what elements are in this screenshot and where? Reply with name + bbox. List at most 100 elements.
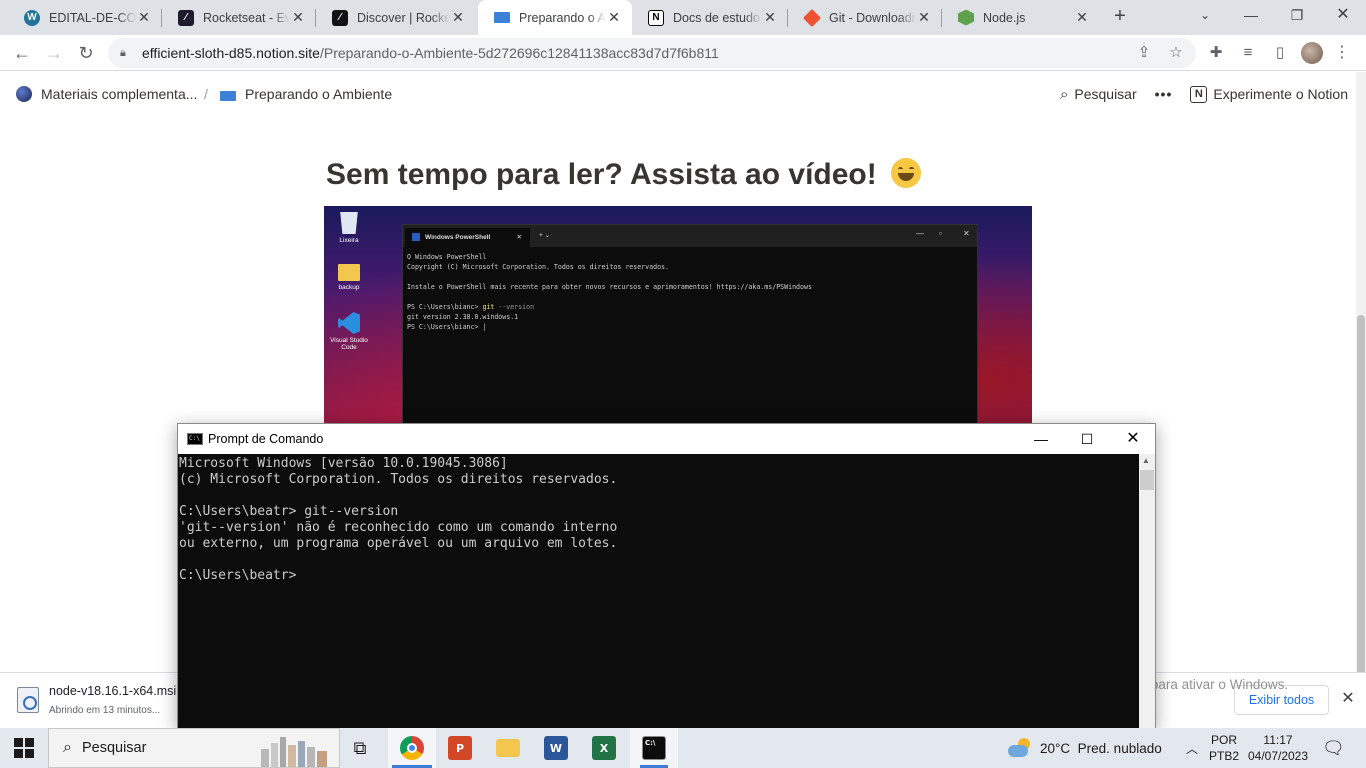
chevron-up-icon[interactable]: ︿ xyxy=(1186,728,1198,768)
command-prompt-window[interactable]: C:\ Prompt de Comando — ☐ ✕ Microsoft Wi… xyxy=(177,423,1156,728)
windows-start-icon[interactable] xyxy=(14,738,34,758)
cmd-taskbar-icon[interactable]: C:\ xyxy=(630,728,678,768)
notion-icon: N xyxy=(648,9,664,26)
close-icon[interactable]: ✕ xyxy=(762,9,778,26)
discover-icon: ⁄ xyxy=(332,9,348,26)
minimize-button[interactable]: — xyxy=(1228,0,1274,30)
side-panel-icon[interactable]: ▯ xyxy=(1269,42,1291,64)
close-window-button[interactable]: ✕ xyxy=(1320,0,1366,30)
chrome-menu-icon[interactable]: ⋮ xyxy=(1331,42,1353,64)
breadcrumb-current-label: Preparando o Ambiente xyxy=(245,86,393,102)
tab-nodejs[interactable]: Node.js ✕ xyxy=(942,0,1100,35)
url-host: efficient-sloth-d85.notion.site xyxy=(142,45,320,61)
plus-icon: + ⌄ xyxy=(539,232,551,239)
clock-date: 04/07/2023 xyxy=(1247,749,1309,763)
cmd-minimize-button[interactable]: — xyxy=(1018,424,1064,454)
browser-tab-strip: W EDITAL-DE-CONVOCAÇÃO ✕ ⁄ Rocketseat - … xyxy=(0,0,1366,35)
excel-taskbar-icon[interactable]: X xyxy=(580,728,628,768)
tab-docs-de-estudo[interactable]: N Docs de estudo - Notion ✕ xyxy=(632,0,788,35)
tab-rocketseat[interactable]: ⁄ Rocketseat - Evolua ✕ xyxy=(162,0,316,35)
restore-button[interactable]: ❐ xyxy=(1274,0,1320,30)
breadcrumb-parent[interactable]: Materiais complementa... xyxy=(16,86,197,102)
notifications-icon[interactable]: 🗨︎ xyxy=(1322,728,1345,768)
forward-icon[interactable]: → xyxy=(40,39,68,67)
try-notion-button[interactable]: N Experimente o Notion xyxy=(1190,85,1348,103)
folder-icon xyxy=(496,739,520,757)
tab-search-icon[interactable]: ⌄ xyxy=(1182,0,1228,30)
cmd-icon: C:\ xyxy=(187,433,203,445)
tab-edital[interactable]: W EDITAL-DE-CONVOCAÇÃO ✕ xyxy=(8,0,162,35)
reading-list-icon[interactable]: ≡ xyxy=(1237,42,1259,64)
browser-toolbar: ← → ↻ 🔒︎ efficient-sloth-d85.notion.site… xyxy=(0,35,1366,71)
tab-git-downloading[interactable]: Git - Downloading ✕ xyxy=(788,0,942,35)
installer-file-icon xyxy=(17,687,39,713)
close-icon: ✕ xyxy=(516,234,522,241)
tab-label: Git - Downloading xyxy=(829,10,916,25)
cmd-icon: C:\ xyxy=(642,736,666,760)
share-icon[interactable]: ⇪ xyxy=(1134,43,1154,63)
notion-logo-icon: N xyxy=(1190,85,1208,103)
clock-time: 11:17 xyxy=(1263,733,1293,747)
more-options-icon[interactable]: ••• xyxy=(1155,86,1173,102)
address-bar[interactable]: 🔒︎ efficient-sloth-d85.notion.site/Prepa… xyxy=(108,38,1196,68)
word-taskbar-icon[interactable]: W xyxy=(532,728,580,768)
powershell-output: O Windows PowerShell Copyright (C) Micro… xyxy=(407,253,812,331)
rocketseat-icon: ⁄ xyxy=(178,9,194,26)
download-status: Abrindo em 13 minutos... xyxy=(49,705,161,716)
tab-discover[interactable]: ⁄ Discover | Rocketseat ✕ xyxy=(316,0,476,35)
laptop-icon xyxy=(494,12,510,23)
vscode-icon xyxy=(338,312,360,334)
breadcrumb-current[interactable]: Preparando o Ambiente xyxy=(220,86,392,102)
new-tab-button[interactable]: + xyxy=(1108,4,1132,28)
weather-widget[interactable]: 20°C Pred. nublado xyxy=(1008,728,1162,768)
cmd-maximize-button[interactable]: ☐ xyxy=(1064,424,1110,454)
folder-icon xyxy=(338,264,360,281)
cmd-close-button[interactable]: ✕ xyxy=(1110,424,1156,454)
cmd-console-output[interactable]: Microsoft Windows [versão 10.0.19045.308… xyxy=(178,454,1139,728)
close-icon[interactable]: ✕ xyxy=(1074,9,1090,26)
recycle-bin-icon xyxy=(340,212,358,234)
cmd-scrollbar-thumb[interactable] xyxy=(1140,470,1154,490)
close-icon[interactable]: ✕ xyxy=(290,9,306,26)
video-embed[interactable]: Lixeira backup Visual Studio Code Window… xyxy=(324,206,1032,424)
close-icon: ✕ xyxy=(963,229,970,238)
powershell-tab: Windows PowerShell ✕ xyxy=(405,228,530,247)
git-icon xyxy=(802,8,822,27)
notion-search-button[interactable]: ⌕ Pesquisar xyxy=(1060,86,1137,103)
close-icon[interactable]: ✕ xyxy=(606,9,622,26)
close-icon[interactable]: ✕ xyxy=(916,9,932,26)
page-scrollbar-thumb[interactable] xyxy=(1357,315,1365,675)
scroll-up-icon[interactable]: ▲ xyxy=(1142,456,1150,465)
cmd-titlebar[interactable]: C:\ Prompt de Comando — ☐ ✕ xyxy=(178,424,1155,454)
weather-text: 20°C Pred. nublado xyxy=(1040,740,1162,756)
cmd-title: Prompt de Comando xyxy=(208,432,324,446)
close-icon[interactable]: ✕ xyxy=(136,9,152,26)
tab-label: Preparando o Ambiente xyxy=(519,10,606,25)
close-download-shelf-icon[interactable]: ✕ xyxy=(1338,689,1358,709)
taskbar-search-box[interactable]: ⌕ Pesquisar xyxy=(48,728,340,768)
word-icon: W xyxy=(544,736,568,760)
page-heading: Sem tempo para ler? Assista ao vídeo! xyxy=(326,158,922,192)
back-icon[interactable]: ← xyxy=(8,39,36,67)
powerpoint-icon: P xyxy=(448,736,472,760)
download-filename[interactable]: node-v18.16.1-x64.msi xyxy=(49,684,176,698)
cmd-scrollbar[interactable]: ▲ xyxy=(1139,454,1155,728)
grinning-emoji-icon xyxy=(891,158,922,188)
file-explorer-taskbar-icon[interactable] xyxy=(484,728,532,768)
bookmark-star-icon[interactable]: ☆ xyxy=(1166,43,1186,63)
extensions-icon[interactable]: ✚ xyxy=(1205,42,1227,64)
windows-taskbar: ⌕ Pesquisar ⧉ P W X C:\ 20°C Pred. nubla… xyxy=(0,728,1366,768)
tab-label: Docs de estudo - Notion xyxy=(673,10,762,25)
laptop-icon xyxy=(220,90,236,101)
close-icon[interactable]: ✕ xyxy=(450,9,466,26)
task-view-icon[interactable]: ⧉ xyxy=(336,728,384,768)
breadcrumb-parent-label: Materiais complementa... xyxy=(41,86,198,102)
chrome-taskbar-icon[interactable] xyxy=(388,728,436,768)
system-clock[interactable]: 11:17 04/07/2023 xyxy=(1244,732,1312,764)
tab-preparando-o-ambiente[interactable]: Preparando o Ambiente ✕ xyxy=(478,0,632,35)
profile-avatar[interactable] xyxy=(1301,42,1323,64)
notion-topbar: Materiais complementa... / Preparando o … xyxy=(0,72,1356,116)
reload-icon[interactable]: ↻ xyxy=(72,39,100,67)
language-indicator[interactable]: POR PTB2 xyxy=(1206,732,1242,764)
powerpoint-taskbar-icon[interactable]: P xyxy=(436,728,484,768)
